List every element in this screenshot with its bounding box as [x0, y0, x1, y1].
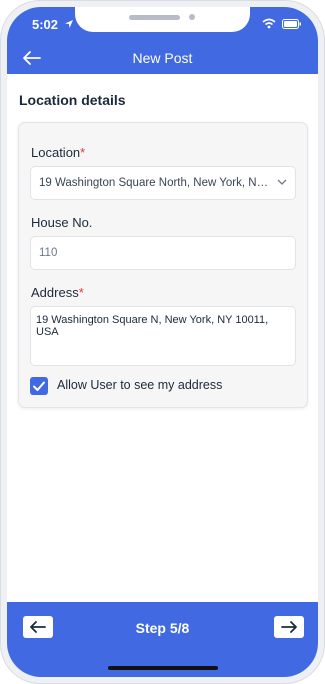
device-notch	[75, 7, 250, 32]
required-mark: *	[80, 145, 86, 160]
chevron-down-icon	[277, 179, 287, 185]
house-no-label: House No.	[31, 215, 93, 230]
allow-user-checkbox[interactable]	[30, 377, 48, 395]
next-arrow-icon	[281, 621, 297, 633]
page-title: New Post	[132, 50, 193, 66]
checkmark-icon	[33, 381, 45, 391]
location-label-text: Location	[31, 145, 81, 160]
top-app-bar: 5:02 New Post	[7, 7, 318, 74]
location-select-value: 19 Washington Square North, New York, NY…	[39, 177, 275, 189]
app-screen: 5:02 New Post Location details Location*…	[7, 7, 318, 677]
required-mark: *	[78, 285, 84, 300]
home-indicator[interactable]	[108, 666, 218, 670]
address-value: 19 Washington Square N, New York, NY 100…	[36, 314, 269, 338]
address-label-text: Address	[31, 285, 79, 300]
status-bar-time: 5:02	[32, 17, 74, 32]
wifi-icon	[262, 18, 276, 29]
status-icons	[262, 18, 302, 29]
house-no-input[interactable]: 110	[30, 236, 296, 270]
house-no-value: 110	[39, 247, 58, 259]
step-indicator: Step 5/8	[135, 620, 190, 636]
address-label: Address*	[31, 285, 84, 300]
front-camera	[189, 14, 195, 20]
location-label: Location*	[31, 145, 85, 160]
next-step-button[interactable]	[274, 616, 304, 638]
address-textarea[interactable]: 19 Washington Square N, New York, NY 100…	[30, 306, 296, 366]
location-arrow-icon	[64, 20, 73, 28]
battery-icon	[282, 18, 301, 29]
status-time-text: 5:02	[32, 17, 59, 32]
bottom-step-bar: Step 5/8	[7, 602, 318, 677]
allow-user-label: Allow User to see my address	[57, 378, 223, 392]
phone-frame: 5:02 New Post Location details Location*…	[0, 0, 325, 684]
location-details-card: Location* 19 Washington Square North, Ne…	[18, 122, 308, 408]
location-select[interactable]: 19 Washington Square North, New York, NY…	[30, 166, 296, 200]
section-title: Location details	[19, 92, 126, 108]
speaker-grille	[129, 15, 180, 20]
